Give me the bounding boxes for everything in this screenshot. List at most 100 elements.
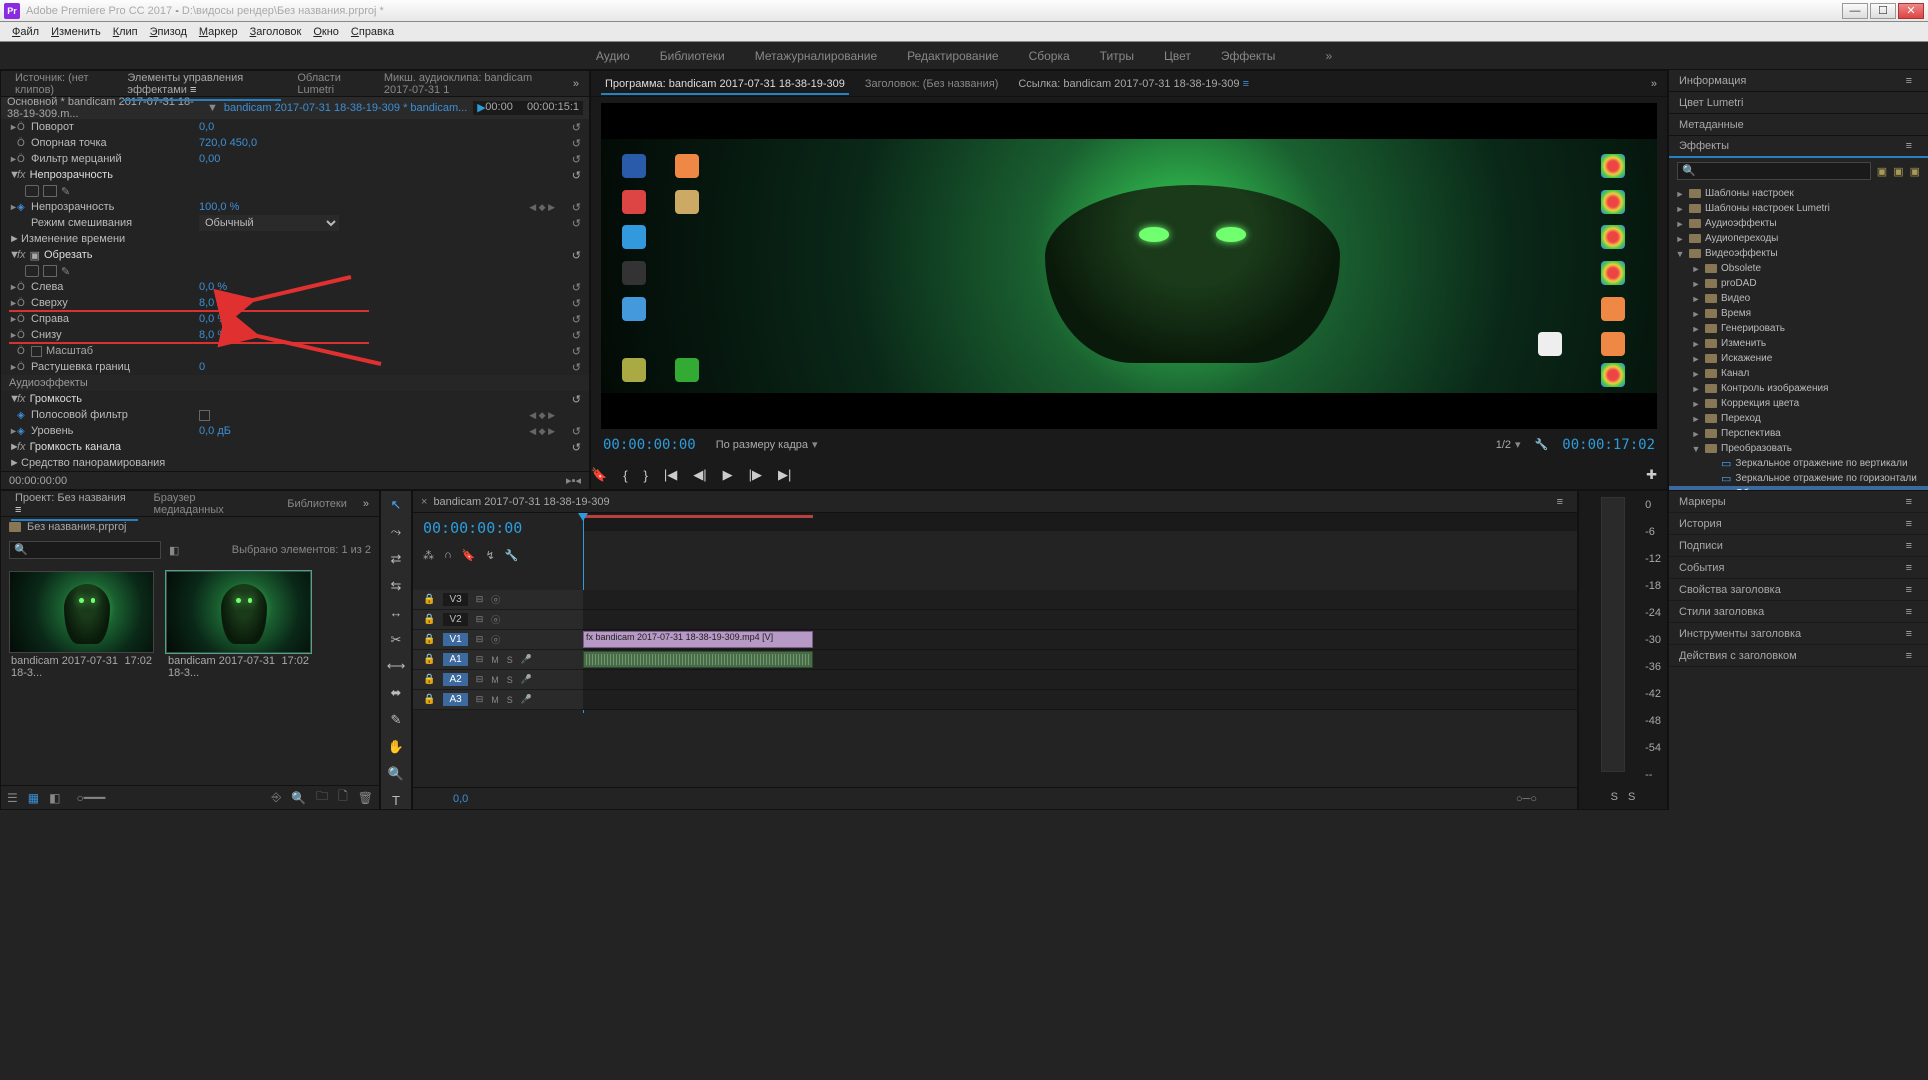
go-to-in-icon[interactable]: |◀ (664, 467, 677, 483)
icon-view-icon[interactable]: ▦ (28, 791, 39, 805)
tree-item[interactable]: ►Изменить (1669, 336, 1928, 351)
project-search-input[interactable] (9, 541, 161, 559)
prop-anchor[interactable]: Опорная точка (29, 137, 199, 149)
reset-icon[interactable]: ↺ (572, 121, 581, 134)
list-view-icon[interactable]: ☰ (7, 791, 18, 805)
tree-item[interactable]: ►Коррекция цвета (1669, 396, 1928, 411)
zoom-tool-icon[interactable]: 🔍 (387, 765, 405, 782)
ws-color[interactable]: Цвет (1164, 49, 1191, 63)
prop-crop-left[interactable]: Слева (29, 281, 199, 293)
info-panel-header[interactable]: Информация≡ (1669, 70, 1928, 92)
settings-icon[interactable]: ↯ (486, 549, 495, 562)
track-a2[interactable]: A2 (443, 673, 467, 686)
close-button[interactable]: ✕ (1898, 3, 1924, 19)
ws-audio[interactable]: Аудио (596, 49, 630, 63)
menu-marker[interactable]: Маркер (193, 26, 244, 38)
tab-lumetri-scopes[interactable]: Области Lumetri (287, 68, 374, 100)
tab-program[interactable]: Программа: bandicam 2017-07-31 18-38-19-… (595, 74, 855, 94)
fx-crop[interactable]: ▼fx▣Обрезать↺ (1, 247, 589, 263)
tree-item[interactable]: ►Шаблоны настроек Lumetri (1669, 201, 1928, 216)
new-bin-icon[interactable]: 🗀 (316, 787, 328, 808)
ws-effects[interactable]: Эффекты (1221, 49, 1276, 63)
delete-icon[interactable]: 🗑 (358, 791, 373, 805)
pen-tool-icon[interactable]: ✎ (387, 712, 405, 729)
type-tool-icon[interactable]: T (387, 792, 405, 809)
linked-sel-icon[interactable]: ∩ (444, 549, 452, 562)
menu-title[interactable]: Заголовок (244, 26, 308, 38)
tree-item[interactable]: ▭Зеркальное отражение по вертикали (1669, 456, 1928, 471)
prop-crop-top[interactable]: Сверху (29, 297, 199, 309)
track-a3[interactable]: A3 (443, 693, 467, 706)
tabs-overflow-icon[interactable]: » (567, 78, 585, 90)
menu-edit[interactable]: Изменить (45, 26, 107, 38)
ec-zoom-icon[interactable]: ▸▪◂ (566, 474, 581, 487)
find-icon[interactable]: 🔍 (291, 791, 306, 805)
project-item[interactable]: bandicam 2017-07-31 18-3...17:02 (9, 571, 154, 681)
crop-mask-icons[interactable]: ✎ (1, 263, 589, 279)
program-fit-dropdown[interactable]: По размеру кадра (716, 439, 808, 451)
fx-panner[interactable]: ►Средство панорамирования (1, 455, 589, 471)
tab-media-browser[interactable]: Браузер медиаданных (144, 488, 278, 520)
filter-bin-icon[interactable]: ◧ (169, 544, 179, 557)
panel-section[interactable]: История≡ (1669, 513, 1928, 535)
prop-crop-feather[interactable]: Растушевка границ (29, 361, 199, 373)
slip-tool-icon[interactable]: ⟷ (387, 658, 405, 675)
metadata-panel-header[interactable]: Метаданные (1669, 114, 1928, 136)
effects-search-input[interactable] (1677, 162, 1871, 180)
prop-bypass[interactable]: Полосовой фильтр (29, 409, 199, 421)
opacity-mask-icons[interactable]: ✎ (1, 183, 589, 199)
audio-clip[interactable] (583, 651, 813, 668)
project-item[interactable]: bandicam 2017-07-31 18-3...17:02 (166, 571, 311, 681)
video-clip[interactable]: fx bandicam 2017-07-31 18-38-19-309.mp4 … (583, 631, 813, 648)
panel-section[interactable]: Подписи≡ (1669, 535, 1928, 557)
ripple-tool-icon[interactable]: ⇄ (387, 551, 405, 568)
prop-crop-zoom[interactable]: Масштаб (29, 345, 199, 357)
prop-crop-right[interactable]: Справа (29, 313, 199, 325)
tab-effect-controls[interactable]: Элементы управления эффектами ≡ (117, 68, 287, 100)
panel-section[interactable]: Стили заголовка≡ (1669, 601, 1928, 623)
ws-meta[interactable]: Метажурналирование (755, 49, 877, 63)
tab-source[interactable]: Источник: (нет клипов) (5, 68, 117, 100)
fx-volume[interactable]: ▼fxГромкость↺ (1, 391, 589, 407)
tree-item[interactable]: ►Видео (1669, 291, 1928, 306)
ws-overflow-icon[interactable]: » (1325, 49, 1332, 63)
wrench-icon[interactable]: 🔧 (505, 549, 519, 562)
ws-assembly[interactable]: Сборка (1029, 49, 1070, 63)
mark-out-icon[interactable]: } (644, 468, 648, 483)
prop-flicker[interactable]: Фильтр мерцаний (29, 153, 199, 165)
track-v1[interactable]: V1 (443, 633, 467, 646)
menu-help[interactable]: Справка (345, 26, 400, 38)
effects-tree[interactable]: ►Шаблоны настроек►Шаблоны настроек Lumet… (1669, 184, 1928, 490)
tree-item[interactable]: ►Искажение (1669, 351, 1928, 366)
solo-left[interactable]: S (1611, 791, 1618, 803)
track-select-tool-icon[interactable]: ⤳ (387, 524, 405, 541)
tree-item[interactable]: ►Переход (1669, 411, 1928, 426)
fx-time-remap[interactable]: ►Изменение времени (1, 231, 589, 247)
menu-window[interactable]: Окно (307, 26, 345, 38)
slide-tool-icon[interactable]: ⬌ (387, 685, 405, 702)
tree-item[interactable]: ►proDAD (1669, 276, 1928, 291)
preset-badge-icon[interactable]: ▣ (1893, 165, 1903, 178)
close-sequence-icon[interactable]: × (421, 496, 427, 508)
minimize-button[interactable]: — (1842, 3, 1868, 19)
track-v3[interactable]: V3 (443, 593, 467, 606)
rolling-tool-icon[interactable]: ⇆ (387, 577, 405, 594)
panel-section[interactable]: Действия с заголовком≡ (1669, 645, 1928, 667)
preset-badge-icon[interactable]: ▣ (1877, 165, 1887, 178)
tab-libraries[interactable]: Библиотеки (277, 494, 357, 514)
timeline-tool-icon[interactable]: ○─○ (1516, 793, 1537, 805)
fx-channel-volume[interactable]: ►fxГромкость канала↺ (1, 439, 589, 455)
add-marker-icon[interactable]: 🔖 (591, 467, 607, 483)
panel-section[interactable]: События≡ (1669, 557, 1928, 579)
timeline-zero[interactable]: 0,0 (453, 793, 468, 805)
program-res-dropdown[interactable]: 1/2 (1496, 439, 1511, 451)
ws-edit[interactable]: Редактирование (907, 49, 998, 63)
settings-icon[interactable]: 🔧 (1535, 438, 1549, 451)
program-overflow-icon[interactable]: » (1645, 78, 1663, 90)
tree-item[interactable]: ►Генерировать (1669, 321, 1928, 336)
tab-reference[interactable]: Ссылка: bandicam 2017-07-31 18-38-19-309… (1008, 74, 1259, 94)
panel-section[interactable]: Инструменты заголовка≡ (1669, 623, 1928, 645)
hand-tool-icon[interactable]: ✋ (387, 738, 405, 755)
lumetri-panel-header[interactable]: Цвет Lumetri (1669, 92, 1928, 114)
track-v2[interactable]: V2 (443, 613, 467, 626)
